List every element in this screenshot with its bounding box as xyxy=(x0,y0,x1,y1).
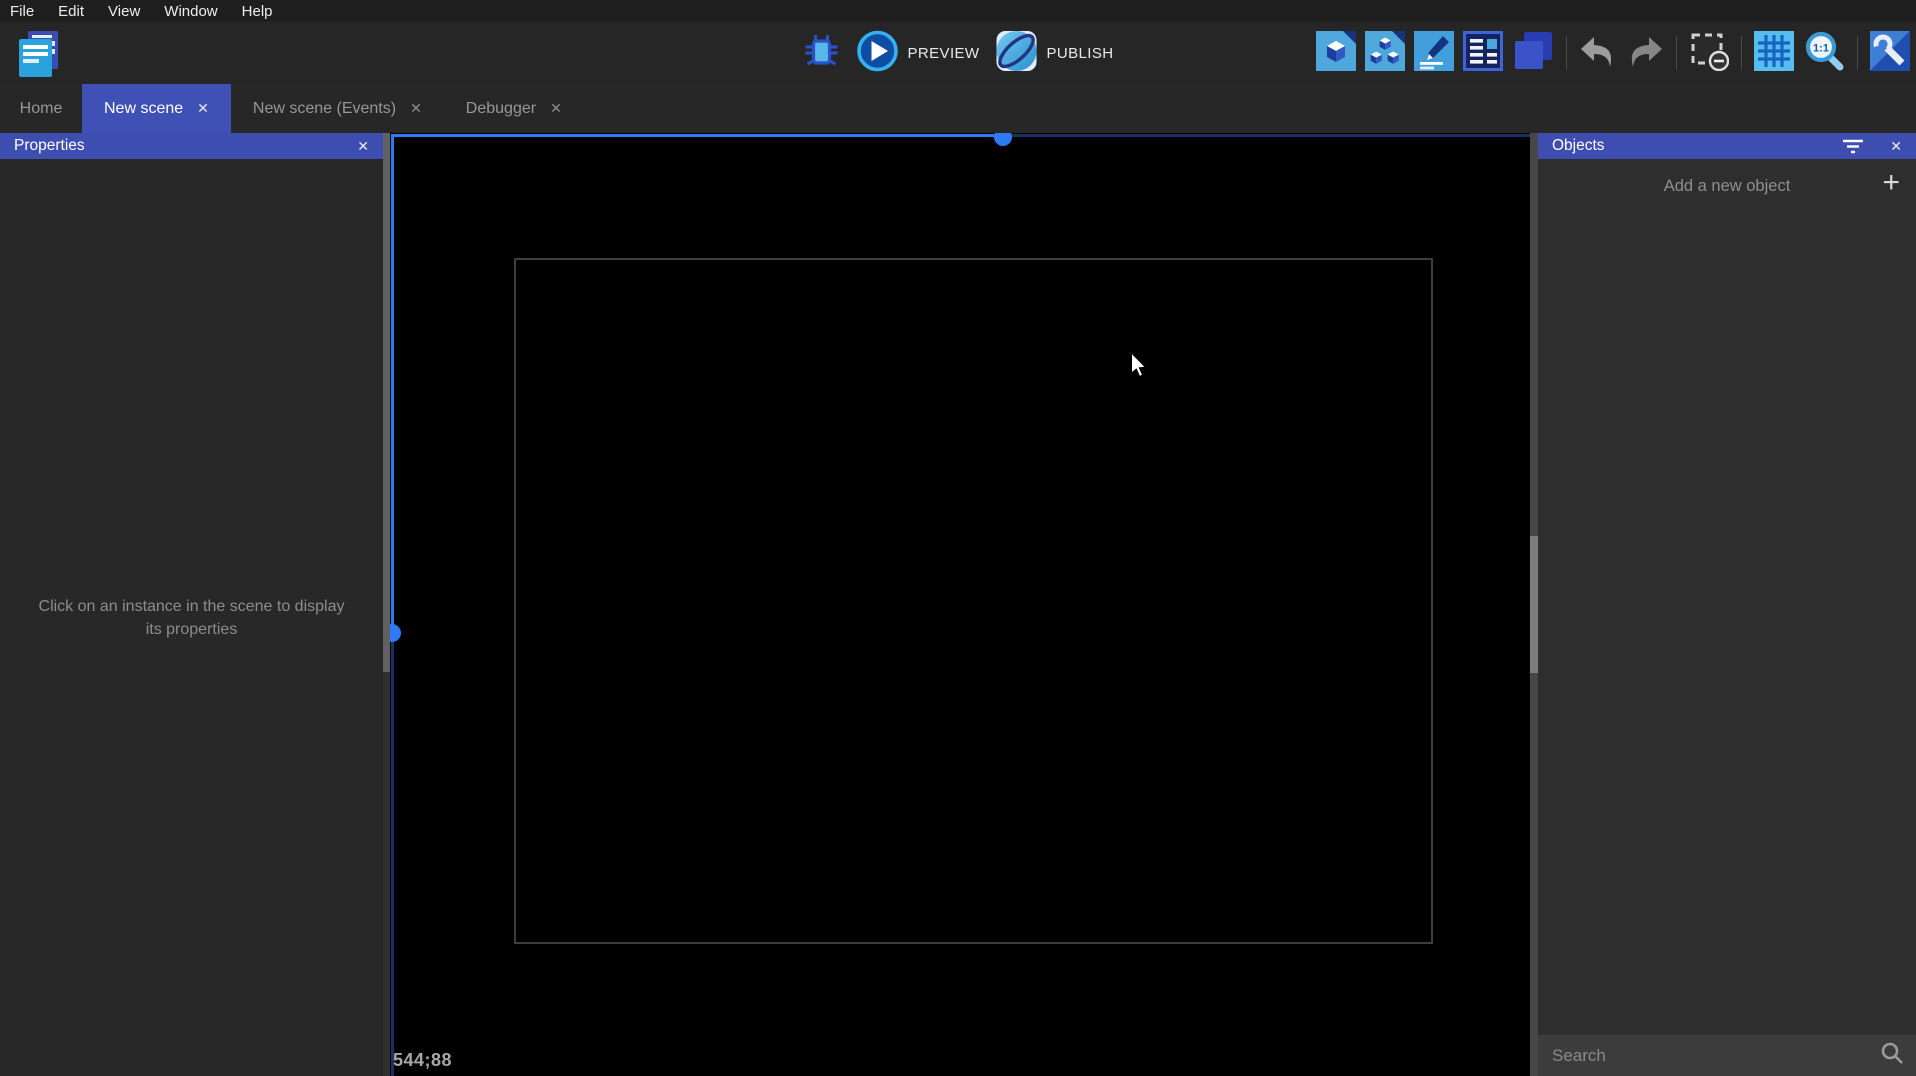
toolbar-separator xyxy=(1566,36,1567,70)
objects-editor-icon[interactable] xyxy=(1316,31,1356,76)
grid-icon[interactable] xyxy=(1754,31,1794,76)
cursor-coordinates-label: 544;88 xyxy=(393,1050,452,1071)
selection-handle-top[interactable] xyxy=(994,133,1012,146)
scene-canvas[interactable]: 544;88 xyxy=(383,133,1538,1076)
properties-title: Properties xyxy=(14,137,85,155)
undo-icon[interactable] xyxy=(1579,33,1617,74)
preview-play-icon xyxy=(857,30,899,76)
editor-settings-wrench-icon[interactable] xyxy=(1870,31,1910,76)
scrollbar-thumb[interactable] xyxy=(1530,536,1538,673)
tab-new-scene-events[interactable]: New scene (Events) ✕ xyxy=(231,84,444,133)
layers-list-icon[interactable] xyxy=(1463,31,1503,76)
close-icon[interactable]: ✕ xyxy=(1890,138,1902,155)
selection-edge-left-far xyxy=(391,633,394,1076)
scene-properties-icon[interactable] xyxy=(1414,31,1454,76)
selection-edge-top-far xyxy=(1003,134,1538,137)
content-area: Properties ✕ Click on an instance in the… xyxy=(0,133,1916,1076)
close-icon[interactable]: ✕ xyxy=(410,100,422,117)
game-window-frame xyxy=(514,258,1433,944)
preview-button[interactable]: PREVIEW xyxy=(857,30,980,76)
tab-label: New scene xyxy=(104,100,183,118)
menu-edit[interactable]: Edit xyxy=(58,3,84,20)
add-object-row[interactable]: Add a new object + xyxy=(1538,159,1916,213)
toolbar-separator xyxy=(1676,36,1677,70)
tab-home[interactable]: Home xyxy=(0,84,82,133)
search-icon[interactable] xyxy=(1880,1041,1904,1070)
properties-empty-state: Click on an instance in the scene to dis… xyxy=(0,595,383,641)
tab-label: Home xyxy=(20,100,63,118)
menu-help[interactable]: Help xyxy=(242,3,273,20)
zoom-1to1-icon[interactable]: 1:1 xyxy=(1803,30,1845,77)
redo-icon[interactable] xyxy=(1626,33,1664,74)
canvas-right-scrollbar xyxy=(1530,133,1538,1076)
publish-button[interactable]: PUBLISH xyxy=(995,30,1113,76)
search-input[interactable] xyxy=(1538,1046,1880,1066)
filter-icon[interactable] xyxy=(1842,138,1864,159)
add-object-label: Add a new object xyxy=(1664,177,1791,196)
plus-icon[interactable]: + xyxy=(1882,168,1900,198)
toolbar-right: 1:1 xyxy=(1316,22,1910,84)
toolbar: PREVIEW PUBLISH xyxy=(0,22,1916,84)
menu-bar: File Edit View Window Help xyxy=(0,0,1916,22)
tab-label: Debugger xyxy=(466,100,536,118)
scrollbar-thumb[interactable] xyxy=(383,133,390,672)
object-groups-icon[interactable] xyxy=(1365,31,1405,76)
objects-header: Objects ✕ xyxy=(1538,133,1916,159)
svg-text:1:1: 1:1 xyxy=(1813,42,1829,54)
menu-window[interactable]: Window xyxy=(164,3,217,20)
debug-button[interactable] xyxy=(803,33,841,73)
properties-panel: Properties ✕ Click on an instance in the… xyxy=(0,133,383,1076)
objects-search-bar xyxy=(1538,1035,1916,1076)
close-icon[interactable]: ✕ xyxy=(550,100,562,117)
toolbar-separator xyxy=(1741,36,1742,70)
close-icon[interactable]: ✕ xyxy=(357,138,369,155)
tab-debugger[interactable]: Debugger ✕ xyxy=(444,84,584,133)
selection-edge-top xyxy=(391,134,1003,137)
toolbar-separator xyxy=(1857,36,1858,70)
debug-bug-icon xyxy=(803,33,841,73)
properties-empty-message: Click on an instance in the scene to dis… xyxy=(32,595,352,641)
toolbar-center: PREVIEW PUBLISH xyxy=(803,22,1114,84)
publish-globe-icon xyxy=(995,30,1037,76)
deselect-icon[interactable] xyxy=(1689,31,1729,76)
canvas-left-scrollbar xyxy=(383,133,390,1076)
menu-view[interactable]: View xyxy=(108,3,140,20)
gdevelop-app: File Edit View Window Help xyxy=(0,0,1916,1076)
preview-label: PREVIEW xyxy=(908,45,980,62)
publish-label: PUBLISH xyxy=(1046,45,1113,62)
selection-edge-left xyxy=(391,134,394,633)
objects-panel: Objects ✕ Add a new object + xyxy=(1538,133,1916,1076)
mouse-cursor xyxy=(1130,352,1150,385)
tab-new-scene[interactable]: New scene ✕ xyxy=(82,84,231,133)
properties-header: Properties ✕ xyxy=(0,133,383,159)
project-manager-icon[interactable] xyxy=(16,29,62,79)
tab-bar: Home New scene ✕ New scene (Events) ✕ De… xyxy=(0,84,1916,133)
instances-list-icon[interactable] xyxy=(1512,31,1554,76)
menu-file[interactable]: File xyxy=(10,3,34,20)
close-icon[interactable]: ✕ xyxy=(197,100,209,117)
tab-label: New scene (Events) xyxy=(253,100,396,118)
objects-title: Objects xyxy=(1552,137,1605,155)
